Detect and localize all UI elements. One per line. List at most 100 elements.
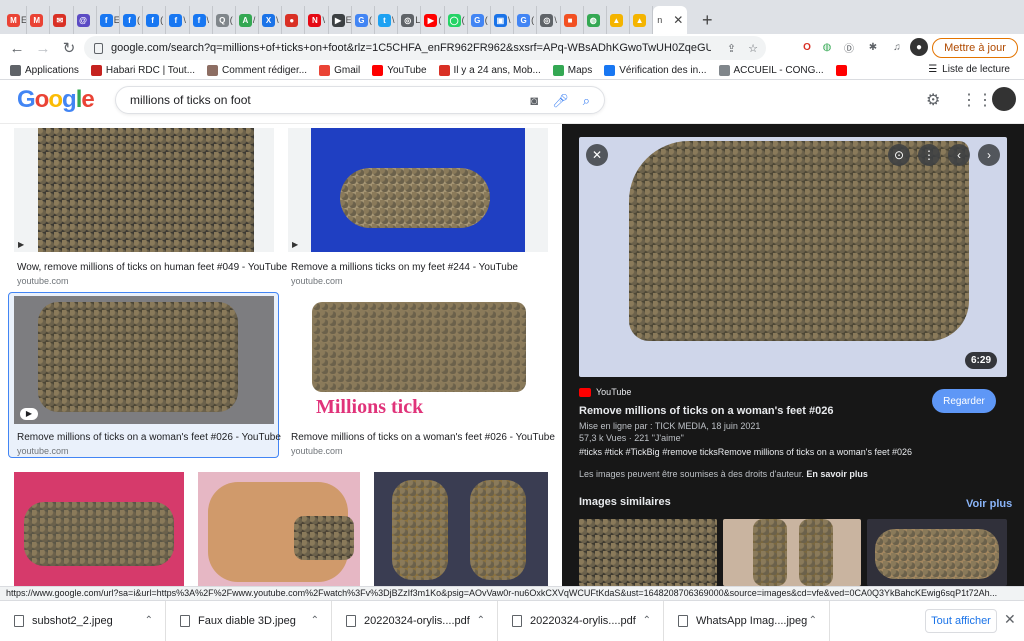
bookmark-item[interactable]: Comment rédiger... [207, 65, 307, 76]
browser-tab[interactable]: t \ [375, 6, 399, 34]
result-thumbnail[interactable] [198, 472, 360, 586]
result-source[interactable]: youtube.com [291, 276, 343, 286]
watch-button[interactable]: Regarder [932, 389, 996, 413]
reload-icon[interactable]: ↻ [56, 39, 82, 57]
result-source[interactable]: youtube.com [291, 446, 343, 456]
more-options-icon[interactable]: ⋮ [918, 144, 940, 166]
bookmark-item[interactable]: Applications [10, 65, 79, 76]
close-icon[interactable]: ✕ [586, 144, 608, 166]
image-result[interactable]: ▶ Remove a millions ticks on my feet #24… [288, 128, 548, 286]
result-thumbnail[interactable]: ▶ [288, 128, 548, 252]
share-icon[interactable]: ⇪ [727, 42, 736, 55]
browser-tab[interactable]: ▲ [607, 6, 631, 34]
image-result[interactable]: ▶ Wow, remove millions of ticks on human… [14, 128, 287, 286]
browser-tab[interactable]: @ [74, 6, 97, 34]
learn-more-link[interactable]: En savoir plus [806, 469, 868, 479]
account-avatar[interactable] [992, 87, 1016, 111]
browser-tab[interactable]: ◎ L [398, 6, 422, 34]
bookmark-item[interactable]: Gmail [319, 65, 360, 76]
result-thumbnail[interactable]: Millions tick [288, 296, 548, 424]
browser-tab[interactable]: ■ [561, 6, 584, 34]
browser-tab[interactable]: ✉ [50, 6, 74, 34]
result-thumbnail[interactable]: ▶ [14, 128, 274, 252]
bookmark-item[interactable]: Maps [552, 65, 592, 76]
bookmark-item[interactable]: Vérification des in... [604, 65, 707, 76]
result-title[interactable]: Remove millions of ticks on a woman's fe… [17, 432, 281, 443]
google-logo[interactable]: Google [17, 86, 95, 114]
browser-tab[interactable]: ● [282, 6, 306, 34]
chevron-up-icon[interactable]: ⌃ [311, 615, 319, 626]
lens-search-icon[interactable]: ⊙ [888, 144, 910, 166]
image-result-selected[interactable]: ▶ Remove millions of ticks on a woman's … [14, 296, 281, 456]
address-bar[interactable]: google.com/search?q=millions+of+ticks+on… [84, 36, 766, 60]
bookmark-item[interactable]: YouTube [372, 65, 427, 76]
browser-tab[interactable]: G( [514, 6, 538, 34]
browser-tab[interactable]: ▲ [630, 6, 654, 34]
browser-tab[interactable]: N \ [305, 6, 329, 34]
browser-tab[interactable]: fE [97, 6, 120, 34]
preview-title[interactable]: Remove millions of ticks on a woman's fe… [579, 405, 833, 417]
forward-arrow-icon[interactable]: → [30, 40, 56, 57]
search-query[interactable]: millions of ticks on foot [130, 93, 251, 107]
browser-tab[interactable]: ◯( [445, 6, 468, 34]
result-thumbnail[interactable] [374, 472, 548, 586]
browser-tab[interactable]: f( [143, 6, 167, 34]
bookmark-item[interactable]: Il y a 24 ans, Mob... [438, 65, 541, 76]
browser-tab[interactable]: G( [468, 6, 491, 34]
show-all-downloads-button[interactable]: Tout afficher [925, 609, 997, 633]
browser-tab[interactable]: ME [4, 6, 28, 34]
browser-tab[interactable]: ▶( [421, 6, 445, 34]
chevron-up-icon[interactable]: ⌃ [145, 615, 153, 626]
camera-search-icon[interactable]: ◙ [530, 93, 538, 109]
close-icon[interactable]: ✕ [673, 13, 683, 27]
search-icon[interactable]: ⌕ [583, 93, 590, 109]
browser-tab-active[interactable]: n ✕ [653, 6, 688, 34]
download-item[interactable]: Faux diable 3D.jpeg ⌃ [166, 600, 332, 641]
covid-extension-icon[interactable]: ◍ [818, 38, 836, 56]
apps-grid-icon[interactable]: ⋮⋮ [961, 90, 993, 110]
search-input[interactable]: millions of ticks on foot ◙ 🎤︎ ⌕ [115, 86, 605, 114]
extensions-puzzle-icon[interactable]: ✱ [864, 38, 882, 56]
similar-image[interactable] [723, 519, 861, 586]
back-arrow-icon[interactable]: ← [4, 40, 30, 57]
profile-avatar-icon[interactable]: ● [910, 38, 928, 56]
browser-tab[interactable]: ◎ \ [537, 6, 561, 34]
browser-tab[interactable]: f \ [166, 6, 190, 34]
opera-icon[interactable]: O [798, 38, 816, 56]
chevron-up-icon[interactable]: ⌃ [477, 615, 485, 626]
download-item[interactable]: subshot2_2.jpeg ⌃ [0, 600, 166, 641]
chevron-up-icon[interactable]: ⌃ [809, 615, 817, 626]
next-arrow-icon[interactable]: › [978, 144, 1000, 166]
image-result[interactable]: Millions tick Remove millions of ticks o… [288, 296, 555, 456]
result-thumbnail[interactable] [14, 472, 184, 586]
previous-arrow-icon[interactable]: ‹ [948, 144, 970, 166]
url-text[interactable]: google.com/search?q=millions+of+ticks+on… [111, 42, 711, 54]
bookmark-item[interactable] [835, 65, 851, 76]
update-button[interactable]: Mettre à jour [932, 38, 1018, 58]
browser-tab[interactable]: A / [236, 6, 260, 34]
image-result[interactable] [198, 472, 360, 586]
browser-tab[interactable]: f( [120, 6, 144, 34]
browser-tab[interactable]: ▶ E [329, 6, 352, 34]
download-item[interactable]: 20220324-orylis....pdf ⌃ [332, 600, 498, 641]
browser-tab[interactable]: ◍ [584, 6, 607, 34]
result-thumbnail[interactable]: ▶ [14, 296, 274, 424]
media-control-icon[interactable]: ♫ [888, 38, 906, 56]
result-title[interactable]: Remove millions of ticks on a woman's fe… [291, 432, 555, 443]
new-tab-plus-icon[interactable]: + [693, 6, 721, 34]
source-site[interactable]: YouTube [579, 387, 631, 397]
settings-gear-icon[interactable]: ⚙ [926, 90, 940, 110]
download-item[interactable]: WhatsApp Imag....jpeg ⌃ [664, 600, 830, 641]
browser-tab[interactable]: f \ [190, 6, 213, 34]
bookmark-item[interactable]: ACCUEIL - CONG... [718, 65, 824, 76]
similar-image[interactable] [867, 519, 1007, 586]
browser-tab[interactable]: ▣ \ [491, 6, 515, 34]
bookmark-star-icon[interactable]: ☆ [748, 42, 758, 55]
download-item[interactable]: 20220324-orylis....pdf ⌃ [498, 600, 664, 641]
result-title[interactable]: Wow, remove millions of ticks on human f… [17, 262, 287, 273]
result-source[interactable]: youtube.com [17, 276, 69, 286]
similar-image[interactable] [579, 519, 717, 586]
reading-list-button[interactable]: ☰ Liste de lecture [928, 64, 1010, 75]
browser-tab[interactable]: G( [352, 6, 375, 34]
close-icon[interactable]: ✕ [1004, 611, 1016, 628]
